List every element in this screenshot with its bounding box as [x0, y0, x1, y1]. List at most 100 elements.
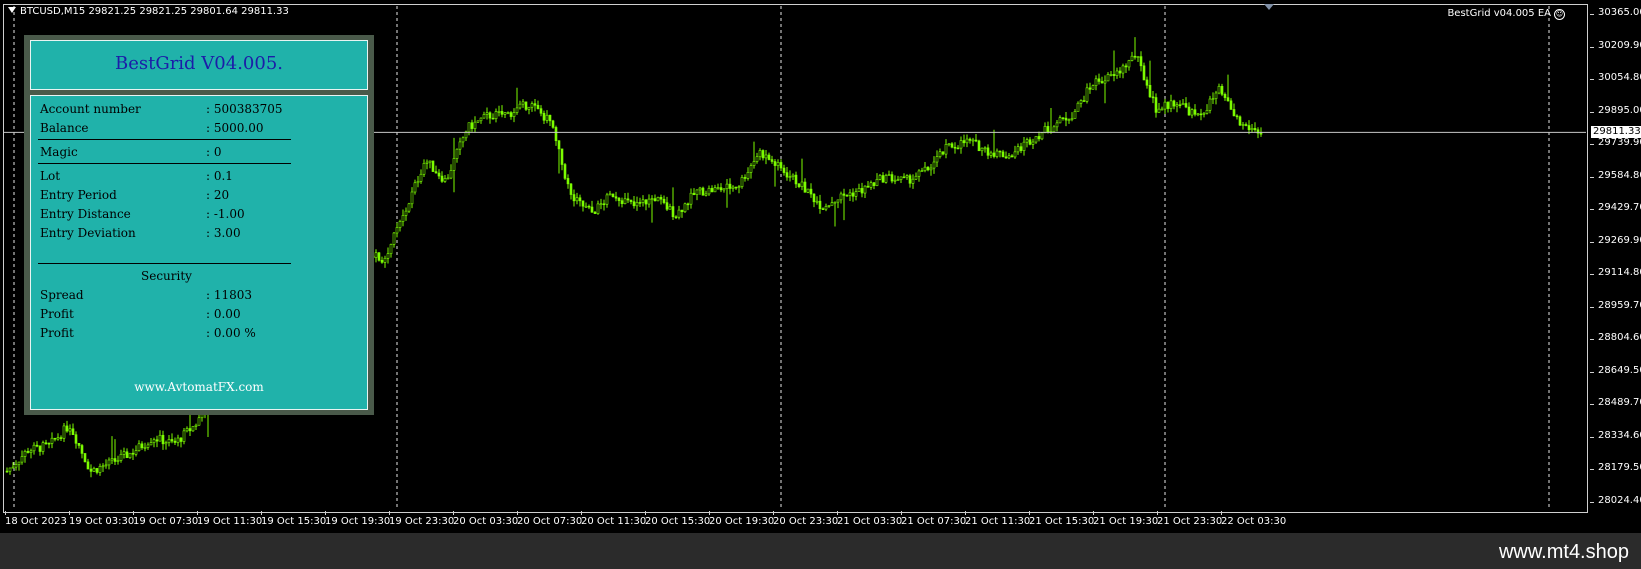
candle-body — [515, 107, 519, 113]
candle-body — [518, 103, 522, 109]
candle-body — [1034, 136, 1038, 143]
dropdown-triangle-icon[interactable] — [8, 7, 16, 13]
candle-body — [449, 170, 453, 179]
candle-body — [188, 428, 192, 432]
candle-body — [1067, 119, 1071, 121]
candle-body — [722, 188, 726, 191]
candle-body — [809, 188, 813, 195]
candle-body — [731, 186, 735, 189]
candle-body — [185, 428, 189, 432]
candle-body — [1076, 102, 1080, 112]
row-value: : 3.00 — [206, 226, 241, 240]
ea-label-text: BestGrid v04.005 EA — [1447, 8, 1551, 19]
row-label: Entry Deviation — [40, 226, 136, 240]
candle-body — [80, 445, 84, 454]
candle-body — [485, 112, 489, 115]
time-tick-label: 19 Oct 23:30 — [389, 511, 455, 527]
candle-body — [881, 175, 885, 183]
candle-body — [140, 443, 144, 449]
candle-body — [950, 143, 954, 148]
candle-body — [785, 172, 789, 178]
candle-body — [98, 466, 102, 473]
candle-body — [572, 194, 576, 202]
candle-body — [497, 111, 501, 113]
candle-body — [953, 146, 957, 149]
candle-body — [191, 426, 195, 432]
candle-body — [131, 452, 135, 455]
candle-body — [848, 192, 852, 196]
candle-body — [683, 203, 687, 213]
candle-body — [770, 159, 774, 162]
candle-body — [635, 202, 639, 207]
candle-body — [404, 210, 408, 216]
candle-body — [29, 450, 33, 453]
candle-body — [935, 156, 939, 163]
candle-body — [644, 199, 648, 205]
price-tick-label: 28649.50 — [1590, 365, 1641, 376]
candle-body — [476, 120, 480, 123]
candle-body — [1118, 70, 1122, 74]
candle-body — [128, 452, 132, 459]
candle-body — [758, 150, 762, 158]
candle-body — [1196, 113, 1200, 116]
candle-body — [857, 188, 861, 192]
candle-body — [1232, 109, 1236, 117]
price-tick-label: 29429.70 — [1590, 202, 1641, 213]
candle-body — [866, 185, 870, 188]
candle-body — [698, 187, 702, 191]
candle-body — [122, 451, 126, 455]
candle-body — [491, 117, 495, 120]
candle-body — [74, 434, 78, 444]
candle-body — [821, 208, 825, 210]
ea-label[interactable]: BestGrid v04.005 EA ☺ — [1447, 8, 1565, 20]
candle-body — [158, 434, 162, 442]
candle-body — [170, 439, 174, 442]
candle-body — [494, 111, 498, 120]
candle-body — [557, 140, 561, 150]
candle-body — [20, 456, 24, 463]
candle-body — [440, 175, 444, 182]
candle-body — [926, 166, 930, 171]
candle-body — [896, 179, 900, 181]
row-value: : 11803 — [206, 288, 253, 302]
candle-body — [872, 182, 876, 186]
row-label: Lot — [40, 169, 61, 183]
candle-body — [914, 175, 918, 180]
shift-marker-icon[interactable] — [1264, 4, 1274, 10]
candle-body — [911, 178, 915, 184]
panel-website-link[interactable]: www.AvtomatFX.com — [31, 380, 367, 394]
chart-window[interactable]: BTCUSD,M15 29821.25 29821.25 29801.64 29… — [0, 0, 1641, 533]
symbol-header[interactable]: BTCUSD,M15 29821.25 29821.25 29801.64 29… — [8, 6, 289, 17]
candle-body — [392, 232, 396, 245]
candle-body — [86, 461, 90, 470]
candle-body — [1100, 81, 1104, 84]
candle-body — [977, 140, 981, 152]
candle-body — [674, 216, 678, 219]
candle-body — [1070, 118, 1074, 120]
row-label: Profit — [40, 307, 74, 321]
candle-body — [104, 464, 108, 467]
candle-body — [179, 437, 183, 442]
price-tick-label: 30054.80 — [1590, 72, 1641, 83]
candle-body — [563, 164, 567, 179]
candle-body — [419, 173, 423, 182]
price-tick-label: 28334.60 — [1590, 430, 1641, 441]
candle-body — [974, 139, 978, 142]
candle-body — [833, 201, 837, 204]
candle-body — [410, 191, 414, 205]
row-label: Magic — [40, 145, 78, 159]
candle-body — [734, 186, 738, 189]
candle-body — [647, 198, 651, 205]
candle-body — [623, 198, 627, 204]
time-tick-label: 21 Oct 03:30 — [837, 511, 903, 527]
candle-body — [1106, 74, 1110, 82]
candle-body — [110, 458, 114, 461]
candle-body — [1013, 151, 1017, 158]
candle-body — [1229, 100, 1233, 110]
candle-body — [527, 106, 531, 110]
candle-body — [5, 470, 9, 473]
candle-body — [428, 160, 432, 163]
candle-body — [1208, 98, 1212, 111]
panel-body: Account number: 500383705 Balance: 5000.… — [30, 95, 368, 410]
divider — [38, 263, 291, 264]
